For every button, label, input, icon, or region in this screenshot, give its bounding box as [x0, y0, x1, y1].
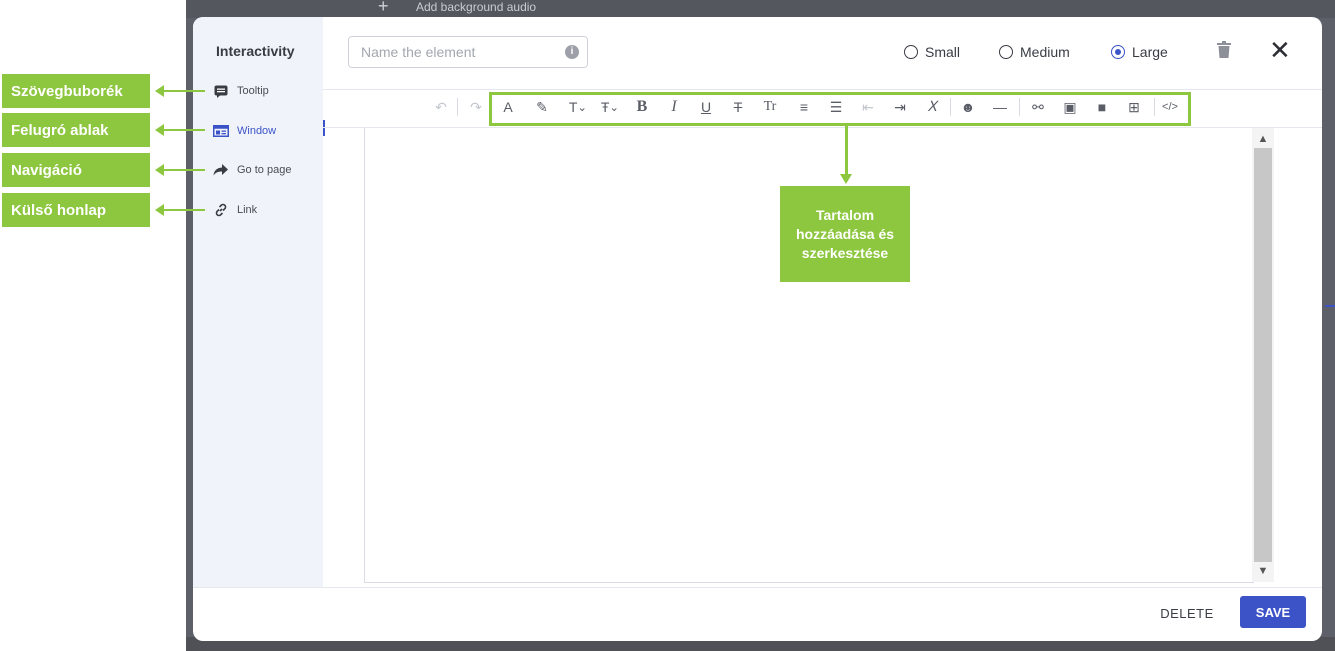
sidebar-item-window[interactable]: Window [213, 120, 276, 142]
size-label: Medium [1020, 44, 1070, 60]
element-name-input[interactable] [348, 36, 588, 68]
size-label: Small [925, 44, 961, 60]
sidebar-title: Interactivity [216, 43, 295, 59]
size-option-small[interactable]: Small [904, 44, 960, 60]
link-icon [213, 202, 229, 218]
sidebar: Interactivity Tooltip Window Go to page … [193, 17, 323, 587]
arrow-right-icon [213, 162, 229, 178]
sidebar-item-link[interactable]: Link [213, 199, 257, 221]
size-label: Large [1132, 44, 1168, 60]
scrollbar-thumb[interactable] [1254, 148, 1272, 562]
background-accent-line [1325, 305, 1335, 307]
background-audio-label: Add background audio [416, 0, 537, 14]
header-divider [323, 89, 1322, 90]
chevron-up-icon[interactable]: ▲ [1252, 130, 1274, 148]
editor-scrollbar[interactable]: ▲ ▼ [1252, 128, 1274, 582]
toolbar-separator [457, 98, 458, 116]
sidebar-item-go-to-page[interactable]: Go to page [213, 159, 291, 181]
radio-icon [999, 45, 1013, 59]
radio-checked-icon [1111, 45, 1125, 59]
sidebar-item-label: Link [237, 204, 258, 216]
plus-icon: + [378, 0, 389, 16]
annotation-arrow [155, 204, 205, 216]
background-toolbar [186, 0, 1335, 18]
chevron-down-icon[interactable]: ▼ [1252, 562, 1274, 580]
annotation-label: Felugró ablak [2, 113, 150, 147]
sidebar-item-label: Tooltip [237, 85, 269, 97]
info-icon[interactable]: i [565, 45, 579, 59]
active-tab-indicator [323, 120, 325, 136]
annotation-arrowhead [840, 174, 852, 184]
toolbar-highlight-box [489, 92, 1191, 126]
annotation-arrow [155, 124, 205, 136]
annotation-arrow [155, 164, 205, 176]
sidebar-item-label: Window [237, 125, 277, 137]
annotation-callout: Tartalom hozzáadása és szerkesztése [780, 186, 910, 282]
trash-icon[interactable] [1217, 41, 1231, 63]
sidebar-item-label: Go to page [237, 164, 292, 176]
window-icon [213, 123, 229, 139]
delete-button[interactable]: DELETE [1159, 599, 1215, 627]
radio-icon [904, 45, 918, 59]
sidebar-item-tooltip[interactable]: Tooltip [213, 80, 269, 102]
annotation-label: Szövegbuborék [2, 74, 150, 108]
save-button[interactable]: SAVE [1240, 596, 1306, 628]
redo-icon[interactable]: ↷ [465, 96, 487, 118]
size-option-medium[interactable]: Medium [999, 44, 1070, 60]
annotation-label: Navigáció [2, 153, 150, 187]
annotation-connector [845, 126, 848, 176]
undo-icon[interactable]: ↶ [430, 96, 452, 118]
footer-divider [193, 587, 1322, 588]
close-icon[interactable]: ✕ [1269, 37, 1291, 63]
annotation-label: Külső honlap [2, 193, 150, 227]
size-option-large[interactable]: Large [1111, 44, 1168, 60]
tooltip-icon [213, 83, 229, 99]
annotation-arrow [155, 85, 205, 97]
